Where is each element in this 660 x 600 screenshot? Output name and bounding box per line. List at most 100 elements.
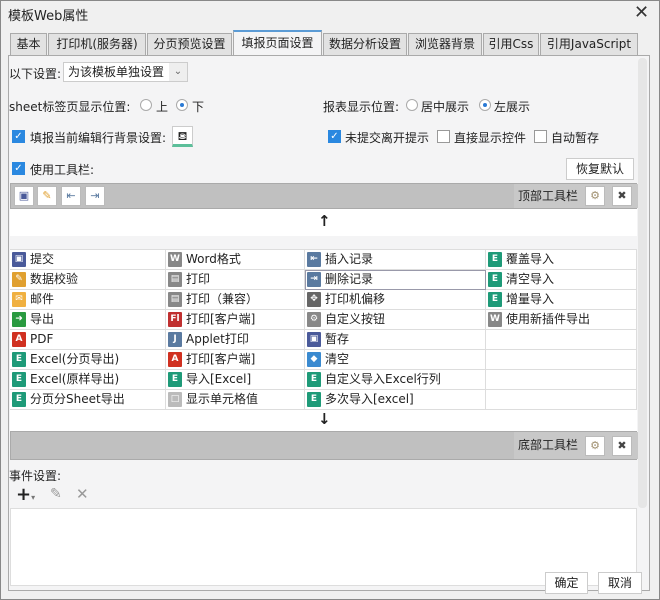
use-toolbar-checkbox[interactable]: ✓ — [12, 162, 25, 175]
excel-icon: E — [168, 372, 182, 387]
tab-fill-page[interactable]: 填报页面设置 — [233, 30, 322, 56]
toolbar-button-option[interactable]: E Excel(分页导出) — [10, 350, 166, 370]
events-list[interactable] — [10, 508, 637, 586]
bg-checkbox[interactable]: ✓ — [12, 130, 25, 143]
toolbar-button-option[interactable]: E 自定义导入Excel行列 — [305, 370, 486, 390]
paint-bucket-icon[interactable]: ⛾ — [172, 126, 193, 147]
excel-icon: E — [488, 252, 502, 267]
gear-icon: ⚙ — [307, 312, 321, 327]
toolbar-button-option[interactable]: ✥ 打印机偏移 — [305, 290, 486, 310]
leave-prompt-checkbox[interactable]: ✓ — [328, 130, 341, 143]
verify-icon[interactable]: ✎ — [37, 186, 57, 206]
sheet-top-radio[interactable] — [140, 99, 152, 111]
edit-icon[interactable]: ✎ — [50, 486, 62, 502]
ok-button[interactable]: 确定 — [545, 572, 588, 594]
pdf-icon: A — [168, 352, 182, 367]
tab-css[interactable]: 引用Css — [483, 33, 539, 55]
toolbar-button-option[interactable]: ⚙ 自定义按钮 — [305, 310, 486, 330]
toolbar-button-option[interactable]: ➜ 导出 — [10, 310, 166, 330]
toolbar-button-option[interactable]: A PDF — [10, 330, 166, 350]
option-label: 导入[Excel] — [186, 372, 252, 386]
cancel-button[interactable]: 取消 — [598, 572, 642, 594]
grid-row: ▣ 提交 W Word格式 ⇤ 插入记录 E 覆盖导入 — [10, 250, 637, 270]
add-icon[interactable]: +▾ — [16, 484, 35, 505]
close-icon[interactable]: ✕ — [634, 2, 649, 23]
tab-data-analysis[interactable]: 数据分析设置 — [323, 33, 407, 55]
dialog-title: 模板Web属性 — [8, 9, 89, 24]
report-left-label: 左展示 — [494, 100, 531, 114]
verify-icon: ✎ — [12, 272, 26, 287]
tab-browser-background[interactable]: 浏览器背景 — [408, 33, 482, 55]
word-icon: W — [168, 252, 182, 267]
option-label: 打印（兼容） — [186, 292, 259, 306]
bg-label: 填报当前编辑行背景设置: — [30, 131, 167, 145]
grid-row: E 分页分Sheet导出 □ 显示单元格值 E 多次导入[excel] — [10, 390, 637, 410]
grid-row: E Excel(分页导出) A 打印[客户端] ◆ 清空 — [10, 350, 637, 370]
toolbar-button-option[interactable]: ⇤ 插入记录 — [305, 250, 486, 270]
sheet-top-label: 上 — [156, 100, 169, 114]
autosave-checkbox[interactable] — [534, 130, 547, 143]
toolbar-button-option[interactable]: ◆ 清空 — [305, 350, 486, 370]
gear-icon[interactable]: ⚙ — [585, 436, 605, 456]
toolbar-button-option[interactable]: □ 显示单元格值 — [166, 390, 305, 410]
toolbar-button-option[interactable]: J Applet打印 — [166, 330, 305, 350]
option-label: 覆盖导入 — [506, 252, 555, 266]
excel-icon: E — [488, 292, 502, 307]
tab-javascript[interactable]: 引用JavaScript — [540, 33, 638, 55]
toolbar-button-option[interactable]: W 使用新插件导出 — [486, 310, 637, 330]
scrollbar[interactable] — [638, 58, 647, 508]
button-grid: ▣ 提交 W Word格式 ⇤ 插入记录 E 覆盖导入 ✎ 数据校验 ▤ 打印 ⇥ 删除记录 E 清空导入 ✉ 邮… — [10, 249, 637, 410]
close-circle-icon[interactable]: ✖ — [612, 436, 632, 456]
toolbar-button-option[interactable]: E 分页分Sheet导出 — [10, 390, 166, 410]
mail-icon: ✉ — [12, 292, 26, 307]
tab-page-preview[interactable]: 分页预览设置 — [147, 33, 232, 55]
toolbar-button-option[interactable]: ⇥ 删除记录 — [305, 270, 486, 290]
report-left-radio[interactable] — [479, 99, 491, 111]
chevron-down-icon: ⌄ — [169, 63, 187, 81]
insert-row-icon[interactable]: ⇤ — [61, 186, 81, 206]
tab-printer-server[interactable]: 打印机(服务器) — [48, 33, 146, 55]
grid-row: ✉ 邮件 ▤ 打印（兼容） ✥ 打印机偏移 E 增量导入 — [10, 290, 637, 310]
toolbar-button-option[interactable]: A 打印[客户端] — [166, 350, 305, 370]
option-label: 暂存 — [325, 332, 350, 346]
sheet-bottom-radio[interactable] — [176, 99, 188, 111]
grid-row: ✎ 数据校验 ▤ 打印 ⇥ 删除记录 E 清空导入 — [10, 270, 637, 290]
toolbar-button-option[interactable]: Fl 打印[客户端] — [166, 310, 305, 330]
report-center-label: 居中展示 — [421, 100, 470, 114]
save-icon[interactable]: ▣ — [14, 186, 34, 206]
toolbar-button-option[interactable]: ✎ 数据校验 — [10, 270, 166, 290]
excel-icon: E — [307, 372, 321, 387]
toolbar-button-option[interactable]: ▤ 打印（兼容） — [166, 290, 305, 310]
delete-icon[interactable]: ✕ — [76, 485, 89, 503]
arrow-up-icon: ↑ — [318, 212, 331, 230]
insert-row-icon: ⇤ — [307, 252, 321, 267]
toolbar-button-option[interactable]: ▣ 提交 — [10, 250, 166, 270]
close-circle-icon[interactable]: ✖ — [612, 186, 632, 206]
move-icon: ✥ — [307, 292, 321, 307]
toolbar-button-option[interactable]: E 覆盖导入 — [486, 250, 637, 270]
option-label: PDF — [30, 332, 54, 346]
toolbar-button-option[interactable]: E 多次导入[excel] — [305, 390, 486, 410]
toolbar-button-option[interactable]: ▤ 打印 — [166, 270, 305, 290]
toolbar-button-option[interactable]: E 导入[Excel] — [166, 370, 305, 390]
option-label: Excel(分页导出) — [30, 352, 120, 366]
scope-select[interactable]: 为该模板单独设置 ⌄ — [63, 62, 188, 82]
delete-row-icon[interactable]: ⇥ — [85, 186, 105, 206]
restore-default-button[interactable]: 恢复默认 — [566, 158, 634, 180]
toolbar-button-option[interactable]: ▣ 暂存 — [305, 330, 486, 350]
scope-value: 为该模板单独设置 — [68, 65, 165, 79]
direct-show-checkbox[interactable] — [437, 130, 450, 143]
report-center-radio[interactable] — [406, 99, 418, 111]
toolbar-button-option[interactable]: W Word格式 — [166, 250, 305, 270]
tab-basic[interactable]: 基本 — [10, 33, 47, 55]
eraser-icon: ◆ — [307, 352, 321, 367]
option-label: Word格式 — [186, 252, 241, 266]
excel-icon: E — [12, 352, 26, 367]
excel-icon: E — [307, 392, 321, 407]
toolbar-button-option[interactable]: ✉ 邮件 — [10, 290, 166, 310]
toolbar-button-option[interactable]: E 清空导入 — [486, 270, 637, 290]
toolbar-button-option[interactable]: E 增量导入 — [486, 290, 637, 310]
option-label: 打印[客户端] — [186, 352, 256, 366]
gear-icon[interactable]: ⚙ — [585, 186, 605, 206]
toolbar-button-option[interactable]: E Excel(原样导出) — [10, 370, 166, 390]
